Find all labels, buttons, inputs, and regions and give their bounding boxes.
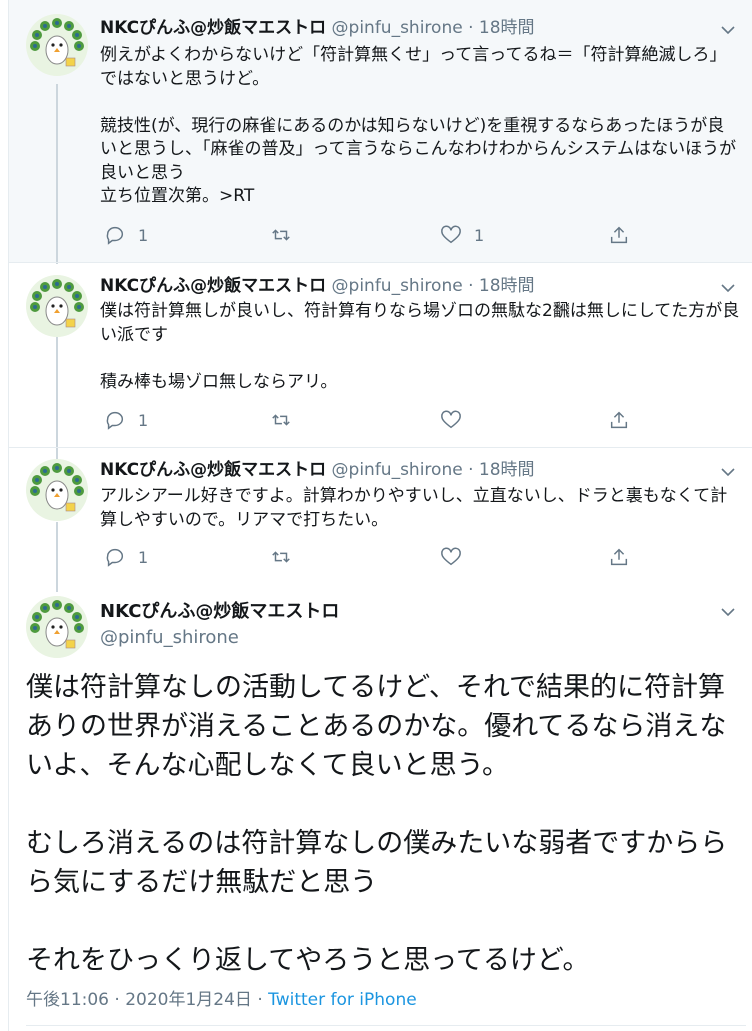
tweet-text: 例えがよくわからないけど「符計算無くせ」って言ってるね＝「符計算絶滅しろ」ではな… (100, 45, 737, 206)
reply-button[interactable]: 1 (104, 409, 148, 431)
tweet-header: NKCぴんふ@炒飯マエストロ @pinfu_shirone · 18時間 (100, 458, 535, 482)
reply-count: 1 (138, 547, 149, 567)
display-name[interactable]: NKCぴんふ@炒飯マエストロ (100, 600, 339, 624)
retweet-button[interactable] (270, 546, 304, 568)
peacock-avatar-icon (26, 459, 88, 521)
chevron-down-icon[interactable] (720, 280, 736, 296)
tweet-header: NKCぴんふ@炒飯マエストロ @pinfu_shirone · 18時間 (100, 274, 535, 298)
reply-button[interactable]: 1 (104, 546, 148, 568)
retweet-button[interactable] (270, 409, 304, 431)
peacock-avatar-icon (26, 275, 88, 337)
separator-dot: · (468, 276, 474, 296)
like-button[interactable] (440, 409, 474, 431)
source-link[interactable]: Twitter for iPhone (268, 990, 417, 1010)
avatar[interactable] (26, 275, 88, 337)
tweet-time[interactable]: 18時間 (479, 18, 535, 38)
heart-icon (441, 547, 461, 566)
user-handle[interactable]: @pinfu_shirone (100, 626, 239, 650)
heart-icon (441, 410, 461, 429)
main-tweet-text: 僕は符計算なしの活動してるけど、それで結果的に符計算ありの世界が消えることあるの… (26, 672, 728, 976)
like-count: 1 (474, 225, 485, 245)
tweet-timestamp: 午後11:06 · 2020年1月24日 · Twitter for iPhon… (26, 985, 417, 1010)
chevron-down-icon[interactable] (720, 22, 736, 38)
chevron-down-icon[interactable] (720, 464, 736, 480)
heart-icon (441, 225, 461, 244)
tweet-text: アルシアール好きですよ。計算わかりやすいし、立直ないし、ドラと裏もなくて計算しや… (100, 486, 728, 530)
thread-line (56, 522, 58, 592)
chevron-down-icon[interactable] (720, 604, 736, 620)
reply-icon (106, 411, 124, 430)
reply-button[interactable]: 1 (104, 224, 148, 246)
reply-icon (106, 226, 124, 245)
like-button[interactable] (440, 546, 474, 568)
peacock-avatar-icon (26, 14, 88, 76)
display-name[interactable]: NKCぴんふ@炒飯マエストロ (100, 276, 326, 296)
display-name[interactable]: NKCぴんふ@炒飯マエストロ (100, 460, 326, 480)
user-handle[interactable]: @pinfu_shirone (332, 460, 463, 480)
user-handle[interactable]: @pinfu_shirone (332, 18, 463, 38)
avatar[interactable] (26, 14, 88, 76)
like-button[interactable]: 1 (440, 224, 484, 246)
tweet-actions: 1 (100, 546, 640, 572)
user-handle[interactable]: @pinfu_shirone (332, 276, 463, 296)
retweet-icon (272, 551, 290, 563)
share-icon (610, 226, 628, 244)
retweet-icon (272, 414, 290, 426)
tweet-header: NKCぴんふ@炒飯マエストロ @pinfu_shirone · 18時間 (100, 16, 535, 40)
share-button[interactable] (608, 546, 630, 568)
divider (26, 1025, 746, 1026)
peacock-avatar-icon (26, 596, 88, 658)
reply-count: 1 (138, 225, 149, 245)
separator-dot: · (468, 18, 474, 38)
tweet-time[interactable]: 18時間 (479, 460, 535, 480)
reply-icon (106, 548, 124, 567)
retweet-icon (272, 229, 290, 241)
timestamp-text[interactable]: 午後11:06 · 2020年1月24日 · (26, 990, 268, 1010)
share-icon (610, 548, 628, 566)
share-button[interactable] (608, 409, 630, 431)
retweet-button[interactable] (270, 224, 304, 246)
separator-dot: · (468, 460, 474, 480)
share-icon (610, 411, 628, 429)
reply-count: 1 (138, 410, 149, 430)
tweet-actions: 1 1 (100, 224, 640, 250)
thread-line (56, 84, 58, 264)
avatar[interactable] (26, 596, 88, 658)
tweet-thread: NKCぴんふ@炒飯マエストロ @pinfu_shirone · 18時間 例えが… (0, 0, 752, 1031)
tweet-actions: 1 (100, 409, 640, 435)
thread-line (56, 337, 58, 459)
avatar[interactable] (26, 459, 88, 521)
tweet-time[interactable]: 18時間 (479, 276, 535, 296)
share-button[interactable] (608, 224, 630, 246)
display-name[interactable]: NKCぴんふ@炒飯マエストロ (100, 18, 326, 38)
tweet-text: 僕は符計算無しが良いし、符計算有りなら場ゾロの無駄な2飜は無しにしてた方が良い派… (100, 301, 740, 392)
